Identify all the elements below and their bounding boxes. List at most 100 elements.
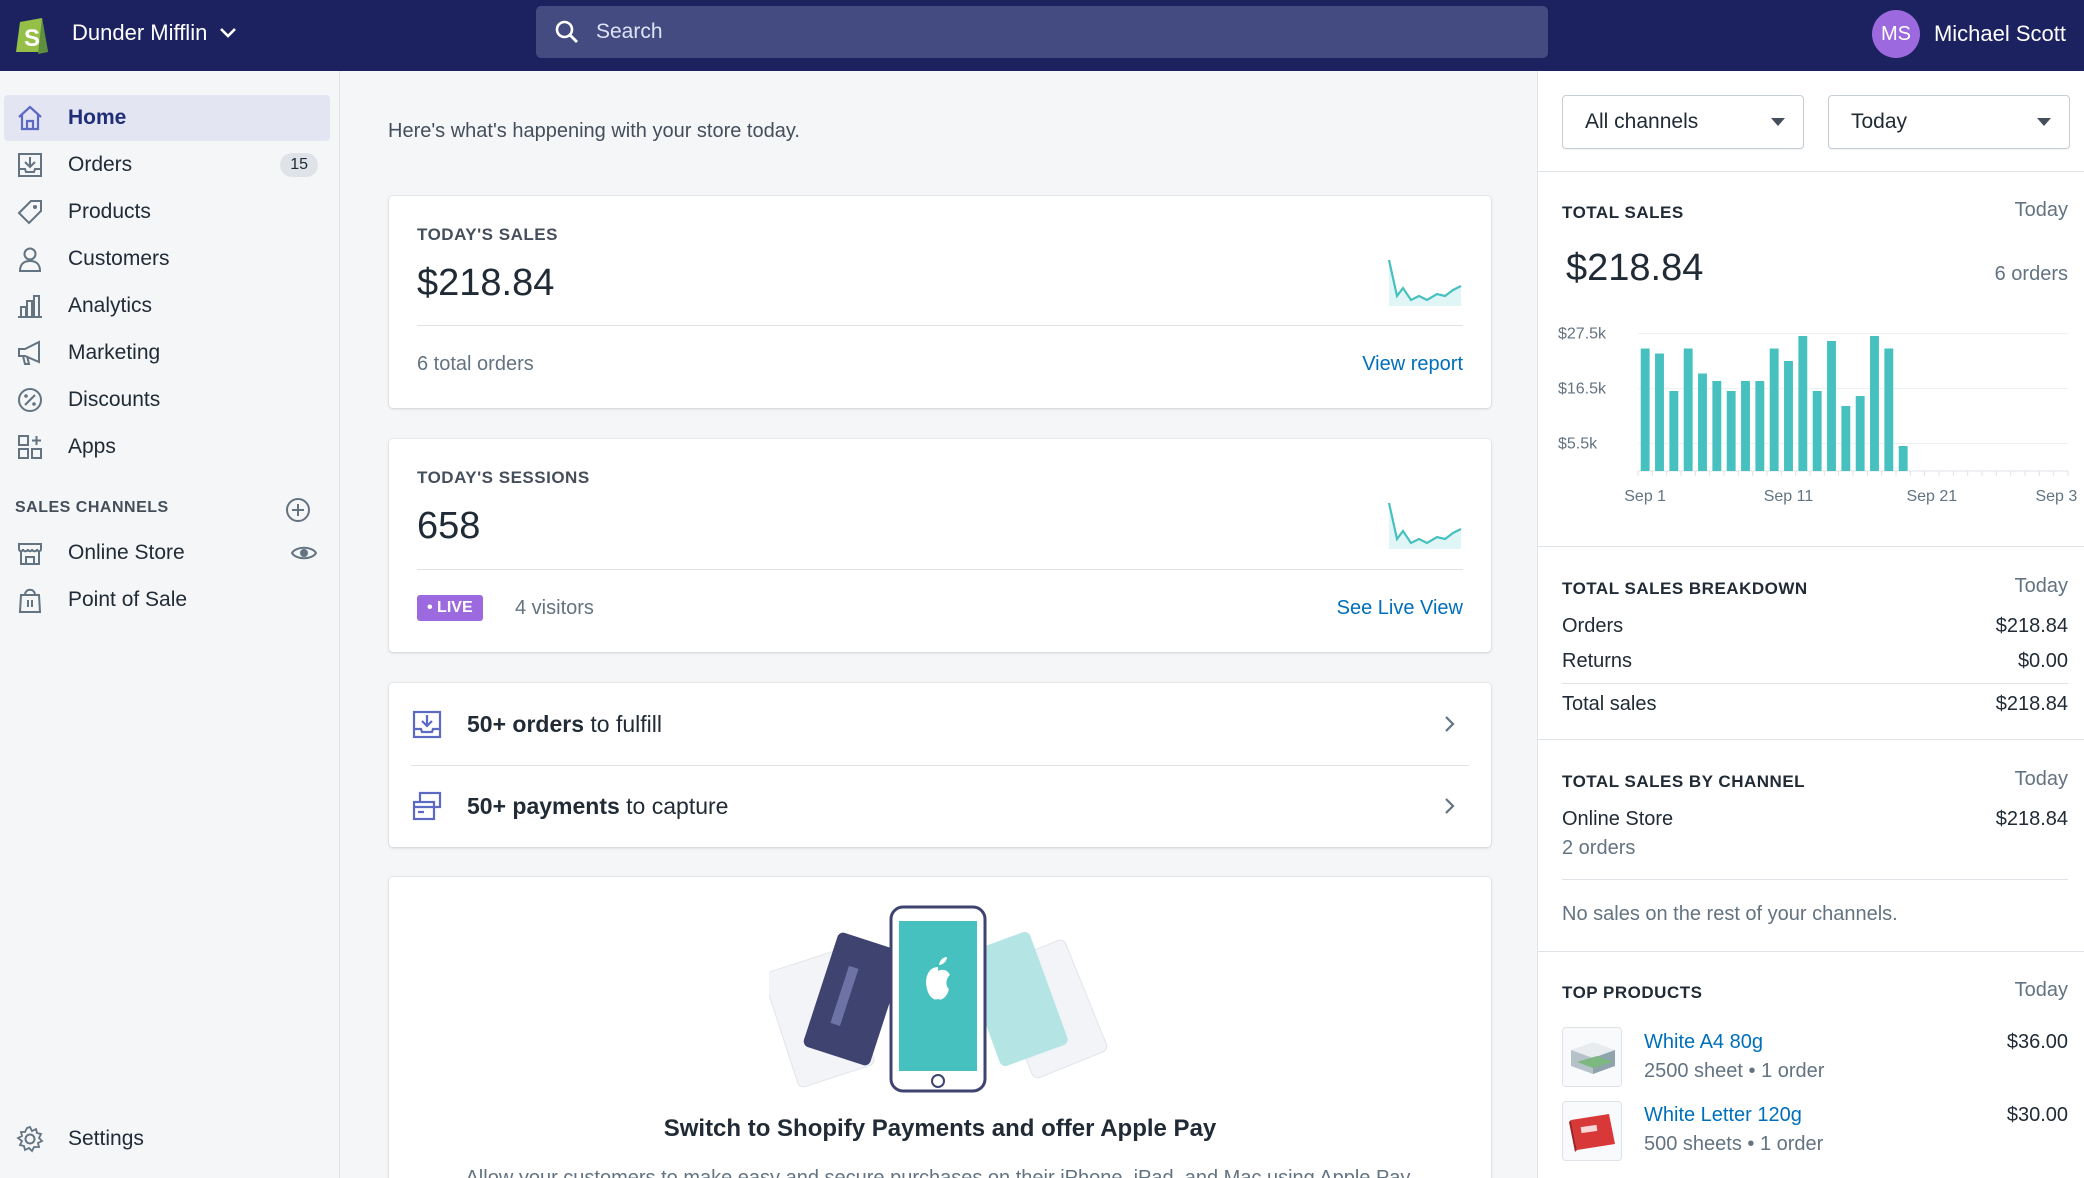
- chart-bar: [1655, 353, 1664, 471]
- divider: [1562, 879, 2068, 880]
- caret-down-icon: [2037, 118, 2051, 126]
- chart-bar: [1640, 348, 1650, 471]
- intro-text: Here's what's happening with your store …: [388, 120, 800, 142]
- search-bar[interactable]: [536, 6, 1548, 58]
- task-text: 50+ payments to capture: [467, 792, 729, 819]
- chart-bar: [1741, 381, 1750, 471]
- y-tick-label: $16.5k: [1558, 381, 1607, 398]
- sidebar-item-label: Products: [68, 200, 151, 223]
- y-tick-label: $27.5k: [1558, 326, 1607, 343]
- apps-icon: [14, 431, 46, 463]
- sidebar-item-settings[interactable]: Settings: [4, 1116, 330, 1162]
- sidebar-item-label: Orders: [68, 153, 133, 176]
- total-orders-text: 6 total orders: [417, 353, 534, 375]
- live-badge: • LIVE: [417, 595, 483, 621]
- breakdown-total-label: Total sales: [1562, 693, 1657, 715]
- user-menu[interactable]: MS Michael Scott: [1871, 10, 2066, 58]
- see-live-view-link[interactable]: See Live View: [1337, 597, 1463, 620]
- channel-select-value: All channels: [1585, 110, 1699, 133]
- sidebar-item-label: Marketing: [68, 341, 161, 364]
- card-label: TODAY'S SALES: [417, 225, 558, 244]
- breakdown-total-value: $218.84: [1995, 693, 2068, 715]
- sidebar-item-orders[interactable]: Orders 15: [4, 142, 330, 188]
- divider: [1538, 546, 2084, 547]
- by-channel-heading: TOTAL SALES BY CHANNEL: [1562, 772, 1806, 791]
- eye-icon[interactable]: [290, 539, 318, 567]
- chart-bar: [1870, 336, 1879, 471]
- sidebar-item-home[interactable]: Home: [4, 95, 330, 141]
- chevron-right-icon: [1445, 716, 1455, 732]
- period-text: Today: [2014, 768, 2068, 790]
- todays-sales-card: TODAY'S SALES $218.84 6 total orders Vie…: [389, 196, 1491, 408]
- product-price: $30.00: [2006, 1104, 2068, 1126]
- sidebar-item-online-store[interactable]: Online Store: [4, 530, 330, 576]
- orders-count-text: 6 orders: [1994, 263, 2068, 285]
- divider: [1538, 951, 2084, 952]
- bar-chart-icon: [14, 290, 46, 322]
- sessions-sparkline: [1387, 502, 1462, 549]
- x-tick-label: Sep 21: [1906, 488, 1957, 505]
- view-report-link[interactable]: View report: [1362, 353, 1463, 376]
- shopify-logo-icon: S: [16, 18, 48, 54]
- analytics-panel: All channels Today TOTAL SALES Today $21…: [1537, 71, 2084, 1178]
- chart-bar: [1712, 381, 1722, 471]
- channel-select[interactable]: All channels: [1562, 95, 1804, 149]
- sales-value: $218.84: [417, 262, 555, 304]
- period-text: Today: [2014, 575, 2068, 597]
- gear-icon: [14, 1123, 46, 1155]
- sidebar: Home Orders 15 Products Customers Analyt…: [0, 71, 340, 1178]
- chart-bar: [1841, 406, 1851, 471]
- period-text: Today: [2014, 979, 2068, 1001]
- sidebar-item-products[interactable]: Products: [4, 189, 330, 235]
- apple-pay-illustration: [769, 905, 1108, 1093]
- search-icon: [555, 20, 578, 43]
- search-input[interactable]: [596, 20, 1496, 44]
- sidebar-item-label: Apps: [68, 435, 116, 458]
- paper-ream-icon: [1569, 1114, 1615, 1152]
- date-select[interactable]: Today: [1828, 95, 2070, 149]
- shopify-payments-promo-card: Switch to Shopify Payments and offer App…: [389, 877, 1491, 1178]
- sidebar-item-analytics[interactable]: Analytics: [4, 283, 330, 329]
- store-name: Dunder Mifflin: [72, 20, 208, 45]
- orders-to-fulfill-row[interactable]: 50+ orders to fulfill: [389, 683, 1491, 765]
- megaphone-icon: [14, 337, 46, 369]
- sidebar-item-customers[interactable]: Customers: [4, 236, 330, 282]
- channel-name: Online Store: [1562, 808, 1674, 830]
- promo-title: Switch to Shopify Payments and offer App…: [663, 1115, 1217, 1142]
- breakdown-returns-label: Returns: [1562, 650, 1633, 672]
- product-meta: 2500 sheet • 1 order: [1644, 1060, 1825, 1082]
- product-price: $36.00: [2006, 1031, 2068, 1053]
- total-sales-bar-chart: $27.5k $16.5k $5.5k Sep 1 Sep 11 Sep 21 Sep 30: [1558, 326, 2078, 506]
- task-text: 50+ orders to fulfill: [467, 710, 662, 737]
- chart-bar: [1855, 396, 1865, 471]
- product-thumbnail: [1562, 1101, 1622, 1161]
- divider: [1562, 683, 2068, 684]
- chart-bar: [1683, 348, 1693, 471]
- fulfill-icon: [412, 710, 442, 739]
- top-products-heading: TOP PRODUCTS: [1562, 983, 1703, 1002]
- chart-bar: [1784, 361, 1793, 471]
- chart-bar: [1798, 336, 1808, 471]
- period-text: Today: [2014, 199, 2068, 221]
- sidebar-item-discounts[interactable]: Discounts: [4, 377, 330, 423]
- store-switcher[interactable]: S Dunder Mifflin: [12, 10, 239, 56]
- sales-sparkline: [1387, 259, 1462, 306]
- product-link[interactable]: White Letter 120g: [1644, 1104, 1802, 1127]
- x-tick-label: Sep 30: [2035, 488, 2078, 505]
- sidebar-item-label: Customers: [68, 247, 170, 270]
- sidebar-item-label: Settings: [68, 1127, 144, 1150]
- sidebar-item-apps[interactable]: Apps: [4, 424, 330, 470]
- sidebar-item-marketing[interactable]: Marketing: [4, 330, 330, 376]
- breakdown-orders-value: $218.84: [1995, 615, 2068, 637]
- add-circle-icon[interactable]: [284, 496, 312, 524]
- sidebar-item-point-of-sale[interactable]: Point of Sale: [4, 577, 330, 623]
- payments-to-capture-row[interactable]: 50+ payments to capture: [389, 765, 1491, 847]
- chevron-down-icon: [220, 28, 237, 38]
- product-link[interactable]: White A4 80g: [1644, 1031, 1763, 1054]
- chart-bar: [1726, 391, 1736, 471]
- x-tick-label: Sep 11: [1764, 488, 1814, 505]
- chart-bar: [1827, 341, 1836, 471]
- total-sales-value: $218.84: [1566, 247, 1704, 289]
- user-name: Michael Scott: [1933, 21, 2066, 46]
- divider: [1538, 171, 2084, 172]
